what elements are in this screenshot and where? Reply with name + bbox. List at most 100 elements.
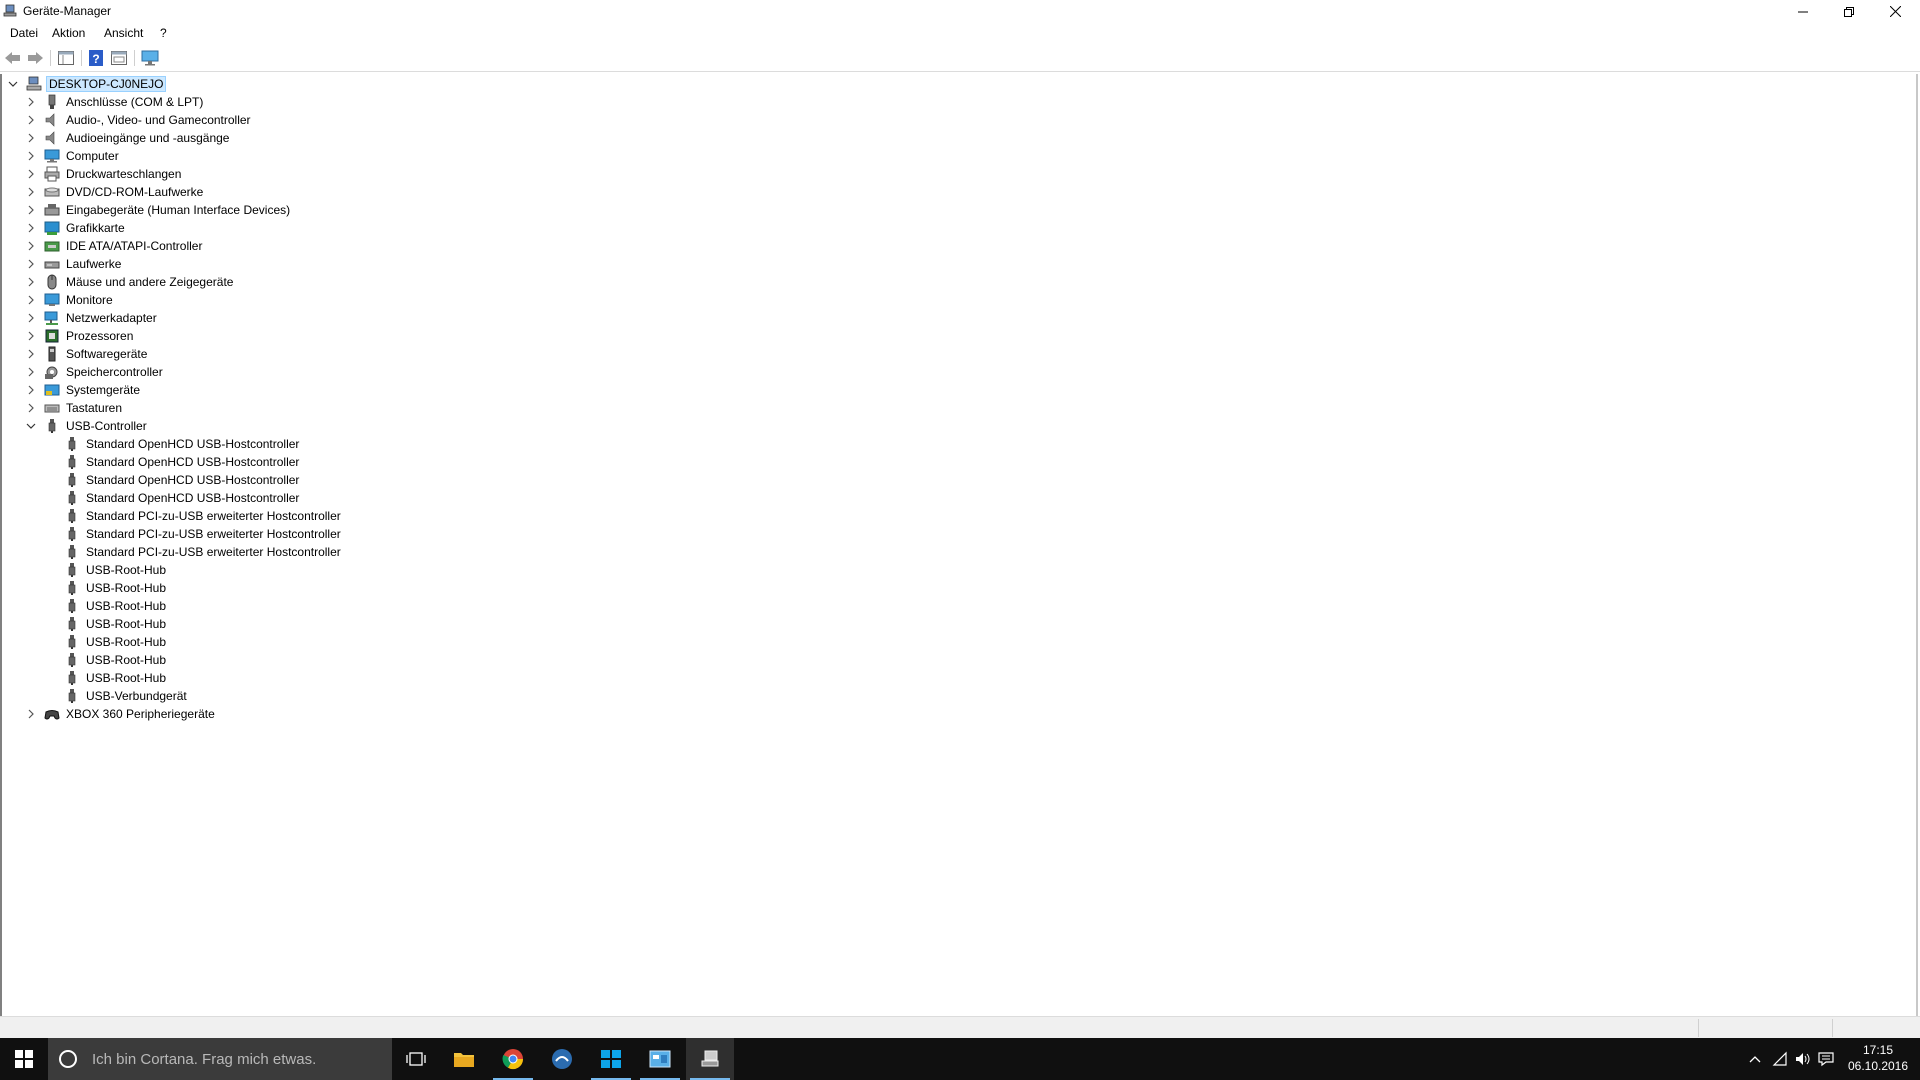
start-button[interactable] [0,1038,48,1080]
menu-help[interactable]: ? [160,26,167,40]
tree-category[interactable]: Computer [26,147,121,165]
tree-category[interactable]: Laufwerke [26,255,123,273]
tree-category[interactable]: Audio-, Video- und Gamecontroller [26,111,253,129]
help-button[interactable]: ? [87,49,105,67]
menu-ansicht[interactable]: Ansicht [104,26,143,40]
update-driver-button[interactable] [110,49,128,67]
usb-icon [64,454,80,470]
network-icon[interactable] [1771,1050,1789,1068]
usb-device-item[interactable]: Standard PCI-zu-USB erweiterter Hostcont… [64,543,343,561]
collapse-chevron-icon[interactable] [8,79,18,89]
usb-device-item[interactable]: USB-Root-Hub [64,633,168,651]
expand-chevron-icon[interactable] [26,97,36,107]
tree-category-usb[interactable]: USB-Controller [26,417,149,435]
tree-category[interactable]: DVD/CD-ROM-Laufwerke [26,183,205,201]
expand-chevron-icon[interactable] [26,385,36,395]
back-button[interactable] [4,49,22,67]
usb-device-item[interactable]: USB-Root-Hub [64,579,168,597]
tree-category[interactable]: Grafikkarte [26,219,127,237]
expand-chevron-icon[interactable] [26,277,36,287]
expand-chevron-icon[interactable] [26,313,36,323]
expand-chevron-icon[interactable] [26,709,36,719]
tree-category[interactable]: Audioeingänge und -ausgänge [26,129,231,147]
disk-drive-icon [44,256,60,272]
usb-device-item[interactable]: USB-Verbundgerät [64,687,189,705]
action-center-icon[interactable] [1817,1050,1835,1068]
task-view-button[interactable] [392,1038,440,1080]
tree-category[interactable]: Druckwarteschlangen [26,165,183,183]
taskbar-clock[interactable]: 17:15 06.10.2016 [1842,1042,1914,1074]
usb-device-item[interactable]: USB-Root-Hub [64,669,168,687]
usb-icon [64,508,80,524]
expand-chevron-icon[interactable] [26,223,36,233]
menu-aktion[interactable]: Aktion [52,26,85,40]
usb-device-item[interactable]: USB-Root-Hub [64,615,168,633]
app-taskbar-icon[interactable] [538,1038,586,1080]
tree-category[interactable]: IDE ATA/ATAPI-Controller [26,237,204,255]
cortana-search-box[interactable]: Ich bin Cortana. Frag mich etwas. [48,1038,392,1080]
expand-chevron-icon[interactable] [26,205,36,215]
device-manager-taskbar-icon[interactable] [686,1038,734,1080]
tree-category[interactable]: Softwaregeräte [26,345,149,363]
close-button[interactable] [1872,0,1918,23]
mouse-icon [44,274,60,290]
tree-category[interactable]: Eingabegeräte (Human Interface Devices) [26,201,292,219]
expand-chevron-icon[interactable] [26,133,36,143]
windows-store-taskbar-icon[interactable] [587,1038,635,1080]
tree-category[interactable]: Mäuse und andere Zeigegeräte [26,273,235,291]
control-panel-taskbar-icon[interactable] [636,1038,684,1080]
port-icon [44,94,60,110]
file-explorer-taskbar-icon[interactable] [440,1038,488,1080]
tree-item-label: Prozessoren [66,329,134,343]
expand-chevron-icon[interactable] [26,403,36,413]
show-hidden-icons-chevron-icon[interactable] [1746,1050,1764,1068]
tree-category[interactable]: Anschlüsse (COM & LPT) [26,93,205,111]
usb-device-item[interactable]: Standard PCI-zu-USB erweiterter Hostcont… [64,525,343,543]
minimize-button[interactable] [1780,0,1826,23]
tree-category[interactable]: Prozessoren [26,327,135,345]
restore-button[interactable] [1826,0,1872,23]
chrome-taskbar-icon[interactable] [489,1038,537,1080]
forward-button[interactable] [26,49,44,67]
menu-datei[interactable]: Datei [10,26,38,40]
tree-category[interactable]: Tastaturen [26,399,124,417]
collapse-chevron-icon[interactable] [26,421,36,431]
tree-item-label: Audioeingänge und -ausgänge [66,131,230,145]
usb-device-item[interactable]: Standard OpenHCD USB-Hostcontroller [64,471,301,489]
device-tree[interactable]: DESKTOP-CJ0NEJO Anschlüsse (COM & LPT) Au… [0,74,1918,1016]
usb-device-item[interactable]: Standard OpenHCD USB-Hostcontroller [64,435,301,453]
tree-item-label: USB-Root-Hub [86,563,167,577]
tree-category[interactable]: Systemgeräte [26,381,142,399]
tree-category[interactable]: XBOX 360 Peripheriegeräte [26,705,217,723]
usb-device-item[interactable]: Standard PCI-zu-USB erweiterter Hostcont… [64,507,343,525]
usb-device-item[interactable]: USB-Root-Hub [64,651,168,669]
expand-chevron-icon[interactable] [26,115,36,125]
volume-icon[interactable] [1794,1050,1812,1068]
properties-button[interactable] [57,49,75,67]
toolbar-separator [50,50,51,66]
tree-item-label: Eingabegeräte (Human Interface Devices) [66,203,291,217]
expand-chevron-icon[interactable] [26,187,36,197]
tree-category[interactable]: Monitore [26,291,115,309]
usb-device-item[interactable]: USB-Root-Hub [64,597,168,615]
scan-hardware-button[interactable] [141,49,159,67]
tree-item-label: Netzwerkadapter [66,311,157,325]
usb-device-item[interactable]: USB-Root-Hub [64,561,168,579]
tree-root[interactable]: DESKTOP-CJ0NEJO [4,75,167,93]
tree-category[interactable]: Speichercontroller [26,363,165,381]
expand-chevron-icon[interactable] [26,259,36,269]
status-bar [0,1016,1920,1039]
usb-device-item[interactable]: Standard OpenHCD USB-Hostcontroller [64,453,301,471]
usb-icon [64,616,80,632]
expand-chevron-icon[interactable] [26,349,36,359]
expand-chevron-icon[interactable] [26,169,36,179]
tree-item-label: XBOX 360 Peripheriegeräte [66,707,215,721]
expand-chevron-icon[interactable] [26,151,36,161]
expand-chevron-icon[interactable] [26,295,36,305]
expand-chevron-icon[interactable] [26,367,36,377]
monitor-icon [44,292,60,308]
usb-device-item[interactable]: Standard OpenHCD USB-Hostcontroller [64,489,301,507]
expand-chevron-icon[interactable] [26,331,36,341]
tree-category[interactable]: Netzwerkadapter [26,309,159,327]
expand-chevron-icon[interactable] [26,241,36,251]
